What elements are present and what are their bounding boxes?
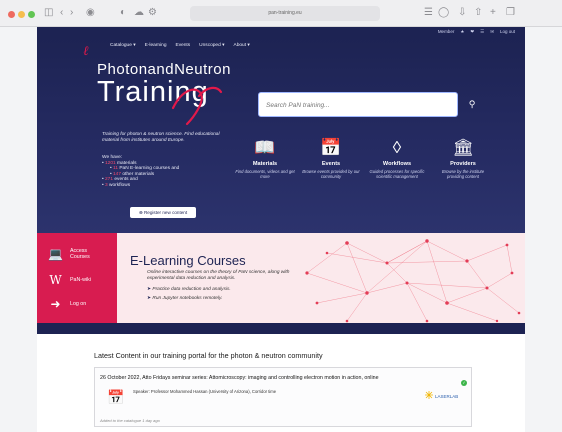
menu-about[interactable]: About ▾ — [234, 43, 250, 48]
laptop-icon: 💻 — [48, 247, 63, 261]
menu-unscoped[interactable]: Unscoped ▾ — [199, 43, 224, 48]
login-link[interactable]: ➜ Log on — [47, 297, 86, 311]
hero-description: Training for photon & neutron science. F… — [102, 132, 220, 143]
laserlab-logo-icon: LASERLAB — [425, 391, 458, 399]
star-icon[interactable]: ★ — [460, 28, 464, 36]
zoom-window-button[interactable] — [28, 11, 35, 18]
extension-icon[interactable]: ◐ — [120, 7, 126, 19]
banner-bullet: ➤ Run Jupyter notebooks remotely. — [147, 296, 223, 301]
banner-title: E-Learning Courses — [130, 253, 246, 268]
list-icon[interactable]: ☰ — [480, 28, 484, 36]
minimize-window-button[interactable] — [18, 11, 25, 18]
latest-content-section: Latest Content in our training portal fo… — [37, 334, 525, 432]
shield-icon[interactable]: ◉ — [86, 7, 95, 19]
calendar-icon: 📅 — [107, 389, 125, 405]
category-workflows[interactable]: ◊ Workflows Guided processes for specifi… — [367, 137, 427, 179]
status-indicator: ✓ — [461, 380, 467, 386]
svg-text:LASERLAB: LASERLAB — [435, 394, 458, 399]
category-events[interactable]: 📅 Events Browse events provided by our c… — [301, 137, 361, 179]
latest-heading: Latest Content in our training portal fo… — [94, 351, 323, 360]
category-providers[interactable]: 🏛 Providers Browse by the institute prov… — [433, 137, 493, 179]
tabs-overview-icon[interactable]: ❐ — [506, 7, 515, 19]
share-icon[interactable]: ⇧ — [474, 7, 482, 19]
new-tab-icon[interactable]: + — [490, 7, 496, 19]
menu-catalogue[interactable]: Catalogue ▾ — [110, 43, 136, 48]
search-icon[interactable]: ⚲ — [465, 97, 479, 111]
menu-events[interactable]: Events — [176, 43, 191, 48]
book-icon: 📖 — [254, 138, 276, 157]
stat-item[interactable]: • 3 workflows — [102, 183, 222, 189]
calendar-icon: 📅 — [320, 138, 342, 157]
event-card[interactable]: 26 October 2022, Atto Fridays seminar se… — [94, 367, 472, 427]
brand-swoosh-icon — [171, 86, 223, 126]
event-speaker: Speaker: Professor Mohammed Hassan (Univ… — [133, 389, 277, 394]
heart-icon[interactable]: ❤ — [470, 28, 474, 36]
menu-elearning[interactable]: E-learning — [145, 43, 167, 48]
elearning-banner: 💻 Access Courses W PaN-wiki ➜ Log on E-L… — [37, 233, 525, 323]
network-illustration — [305, 239, 521, 323]
site-topbar: Member ★ ❤ ☰ ✉ Log out — [37, 27, 525, 37]
download-icon[interactable]: ⇩ — [458, 7, 466, 19]
banner-bullet: ➤ Practice data reduction and analysis. — [147, 287, 231, 292]
privacy-icon[interactable]: ◯ — [438, 7, 449, 19]
stats-list: We have: • 1201 materials • 11 PaN E-lea… — [102, 155, 222, 189]
back-icon[interactable]: ‹ — [60, 7, 63, 19]
search-box — [258, 92, 458, 117]
screen: ◫ ‹ › ◉ ◐ ☁ ⚙ pan-training.eu ☰ ◯ ⇩ ⇧ + … — [0, 0, 562, 432]
logout-link[interactable]: Log out — [500, 28, 515, 36]
member-link[interactable]: Member — [438, 28, 455, 36]
pan-wiki-link[interactable]: W PaN-wiki — [47, 273, 91, 287]
workflow-icon: ◊ — [392, 138, 402, 157]
section-divider — [37, 323, 525, 334]
settings-icon[interactable]: ⚙ — [148, 7, 157, 19]
forward-icon[interactable]: › — [70, 7, 73, 19]
wikipedia-icon: W — [49, 273, 62, 287]
login-icon: ➜ — [50, 297, 61, 311]
hero-section: ℓ Catalogue ▾ E-learning Events Unscoped… — [37, 37, 525, 233]
banner-sidebar: 💻 Access Courses W PaN-wiki ➜ Log on — [37, 233, 117, 323]
main-menu: Catalogue ▾ E-learning Events Unscoped ▾… — [110, 43, 250, 48]
site-logo-icon[interactable]: ℓ — [83, 43, 88, 59]
user-menu: Member ★ ❤ ☰ ✉ Log out — [438, 28, 515, 36]
browser-toolbar: ◫ ‹ › ◉ ◐ ☁ ⚙ pan-training.eu ☰ ◯ ⇩ ⇧ + … — [0, 0, 562, 27]
event-added-date: Added to the catalogue 1 day ago — [100, 418, 160, 423]
mail-icon[interactable]: ✉ — [490, 28, 494, 36]
category-materials[interactable]: 📖 Materials Find documents, videos and g… — [235, 137, 295, 179]
access-courses-link[interactable]: 💻 Access Courses — [47, 247, 104, 261]
register-content-button[interactable]: ⊕ Register new content — [130, 207, 196, 218]
cloud-icon[interactable]: ☁ — [134, 7, 144, 19]
search-input[interactable] — [266, 99, 446, 111]
close-window-button[interactable] — [8, 11, 15, 18]
address-bar[interactable]: pan-training.eu — [190, 6, 380, 21]
sidebar-icon[interactable]: ◫ — [44, 7, 53, 19]
event-title[interactable]: 26 October 2022, Atto Fridays seminar se… — [100, 375, 379, 381]
reader-icon[interactable]: ☰ — [424, 7, 433, 19]
institution-icon: 🏛 — [452, 138, 474, 157]
